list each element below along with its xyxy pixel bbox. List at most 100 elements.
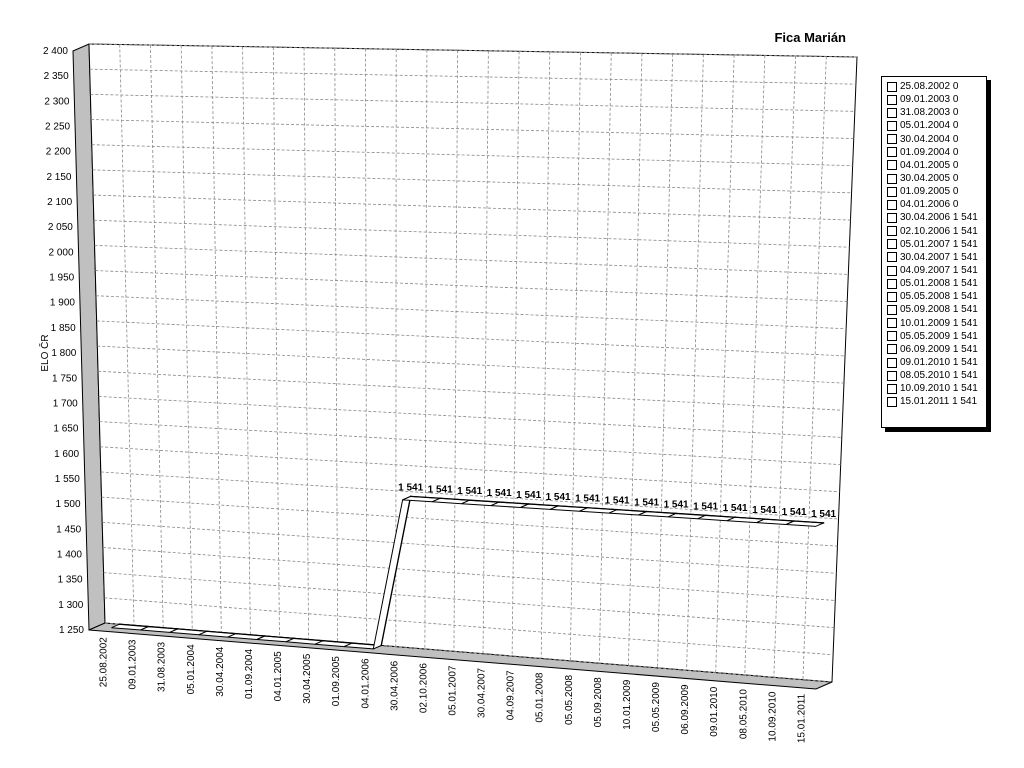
data-point — [704, 514, 707, 517]
legend-swatch — [887, 383, 897, 394]
legend-label: 05.01.2007 1 541 — [900, 238, 978, 250]
data-point — [586, 506, 589, 509]
legend-label: 25.08.2002 0 — [900, 81, 959, 93]
data-point — [793, 520, 795, 522]
legend-item: 08.05.2010 1 541 — [887, 369, 986, 382]
x-tick-label: 04.01.2006 — [360, 658, 371, 708]
legend-item: 02.10.2006 1 541 — [887, 225, 986, 238]
legend-item: 25.08.2002 0 — [887, 80, 986, 93]
legend-item: 30.04.2006 1 541 — [887, 211, 986, 224]
legend-swatch — [887, 81, 897, 92]
data-label: 1 541 — [693, 501, 718, 512]
legend-item: 15.01.2011 1 541 — [887, 395, 986, 408]
x-tick-label: 09.01.2003 — [128, 639, 139, 689]
y-tick-label: 2 050 — [48, 222, 73, 233]
data-point — [351, 642, 353, 644]
legend-label: 01.09.2005 0 — [900, 186, 959, 198]
data-label: 1 541 — [752, 505, 777, 516]
data-point — [557, 505, 559, 507]
legend-swatch — [887, 331, 897, 342]
x-tick-label: 01.09.2005 — [331, 656, 342, 706]
legend-item: 05.01.2008 1 541 — [887, 277, 986, 290]
plot-frame — [72, 43, 858, 690]
legend-swatch — [887, 173, 897, 184]
legend-label: 30.04.2006 1 541 — [900, 212, 978, 224]
y-tick-label: 2 100 — [47, 197, 72, 208]
y-tick-label: 2 000 — [49, 247, 74, 258]
legend-swatch — [887, 226, 897, 237]
data-label: 1 541 — [605, 496, 630, 507]
y-tick-label: 2 200 — [46, 147, 71, 158]
legend-label: 10.09.2010 1 541 — [900, 383, 978, 395]
legend-label: 30.04.2007 1 541 — [900, 251, 978, 263]
data-point — [409, 495, 412, 498]
legend-swatch — [887, 357, 897, 368]
legend: 25.08.2002 0 09.01.2003 0 31.08.2003 0 05.0… — [881, 76, 987, 428]
y-tick-label: 1 500 — [55, 499, 80, 510]
y-tick-label: 1 400 — [57, 549, 82, 560]
legend-swatch — [887, 239, 897, 250]
x-tick-label: 09.01.2010 — [709, 686, 720, 736]
legend-item: 01.09.2004 0 — [887, 146, 986, 159]
data-point — [118, 623, 121, 625]
y-tick-label: 1 750 — [52, 373, 77, 384]
data-label: 1 541 — [516, 490, 541, 501]
data-point — [822, 522, 825, 524]
legend-label: 05.01.2004 0 — [900, 120, 959, 132]
legend-item: 05.01.2007 1 541 — [887, 238, 986, 251]
x-tick-label: 31.08.2003 — [157, 641, 168, 691]
x-tick-label: 30.04.2004 — [215, 646, 226, 696]
legend-item: 09.01.2010 1 541 — [887, 356, 986, 369]
legend-label: 30.04.2004 0 — [900, 133, 959, 145]
y-tick-label: 1 300 — [58, 600, 83, 611]
legend-swatch — [887, 278, 897, 289]
legend-item: 05.05.2009 1 541 — [887, 330, 986, 343]
x-tick-label: 04.01.2005 — [273, 651, 284, 701]
legend-item: 05.01.2004 0 — [887, 119, 986, 132]
x-tick-label: 30.04.2006 — [389, 660, 400, 710]
legend-swatch — [887, 252, 897, 263]
legend-swatch — [887, 134, 897, 145]
legend-label: 04.01.2006 0 — [900, 199, 959, 211]
data-label: 1 541 — [811, 509, 836, 520]
data-point — [205, 630, 208, 633]
legend-swatch — [887, 304, 897, 315]
data-point — [616, 508, 618, 511]
legend-label: 15.01.2011 1 541 — [900, 396, 978, 408]
legend-swatch — [887, 396, 897, 407]
data-point — [322, 639, 324, 642]
legend-label: 04.09.2007 1 541 — [900, 265, 978, 277]
x-tick-label: 05.01.2008 — [535, 672, 546, 722]
y-tick-label: 1 550 — [55, 474, 80, 485]
data-point — [734, 516, 736, 519]
y-tick-label: 1 900 — [50, 298, 75, 309]
data-point — [645, 510, 648, 513]
legend-label: 05.09.2008 1 541 — [900, 304, 978, 316]
data-point — [380, 644, 383, 647]
data-label: 1 541 — [398, 482, 423, 493]
y-tick-label: 2 350 — [44, 71, 69, 82]
y-tick-label: 1 800 — [51, 348, 76, 359]
y-tick-label: 2 400 — [43, 46, 68, 57]
y-tick-label: 1 600 — [54, 449, 79, 460]
legend-swatch — [887, 160, 897, 171]
chart-title: Fica Marián — [774, 30, 846, 45]
x-tick-label: 05.05.2009 — [651, 682, 662, 732]
x-tick-label: 15.01.2011 — [797, 693, 808, 743]
legend-item: 04.01.2005 0 — [887, 159, 986, 172]
legend-item: 01.09.2005 0 — [887, 185, 986, 198]
data-point — [439, 497, 441, 500]
legend-label: 30.04.2005 0 — [900, 173, 959, 185]
legend-label: 05.01.2008 1 541 — [900, 278, 978, 290]
data-point — [763, 518, 766, 520]
legend-swatch — [887, 107, 897, 118]
legend-label: 02.10.2006 1 541 — [900, 225, 978, 237]
legend-item: 30.04.2004 0 — [887, 133, 986, 146]
legend-label: 31.08.2003 0 — [900, 107, 959, 119]
legend-item: 04.09.2007 1 541 — [887, 264, 986, 277]
x-tick-label: 08.05.2010 — [738, 689, 749, 739]
legend-item: 05.09.2008 1 541 — [887, 303, 986, 316]
legend-swatch — [887, 265, 897, 276]
x-tick-label: 30.04.2005 — [302, 653, 313, 703]
x-tick-label: 04.09.2007 — [506, 670, 517, 720]
